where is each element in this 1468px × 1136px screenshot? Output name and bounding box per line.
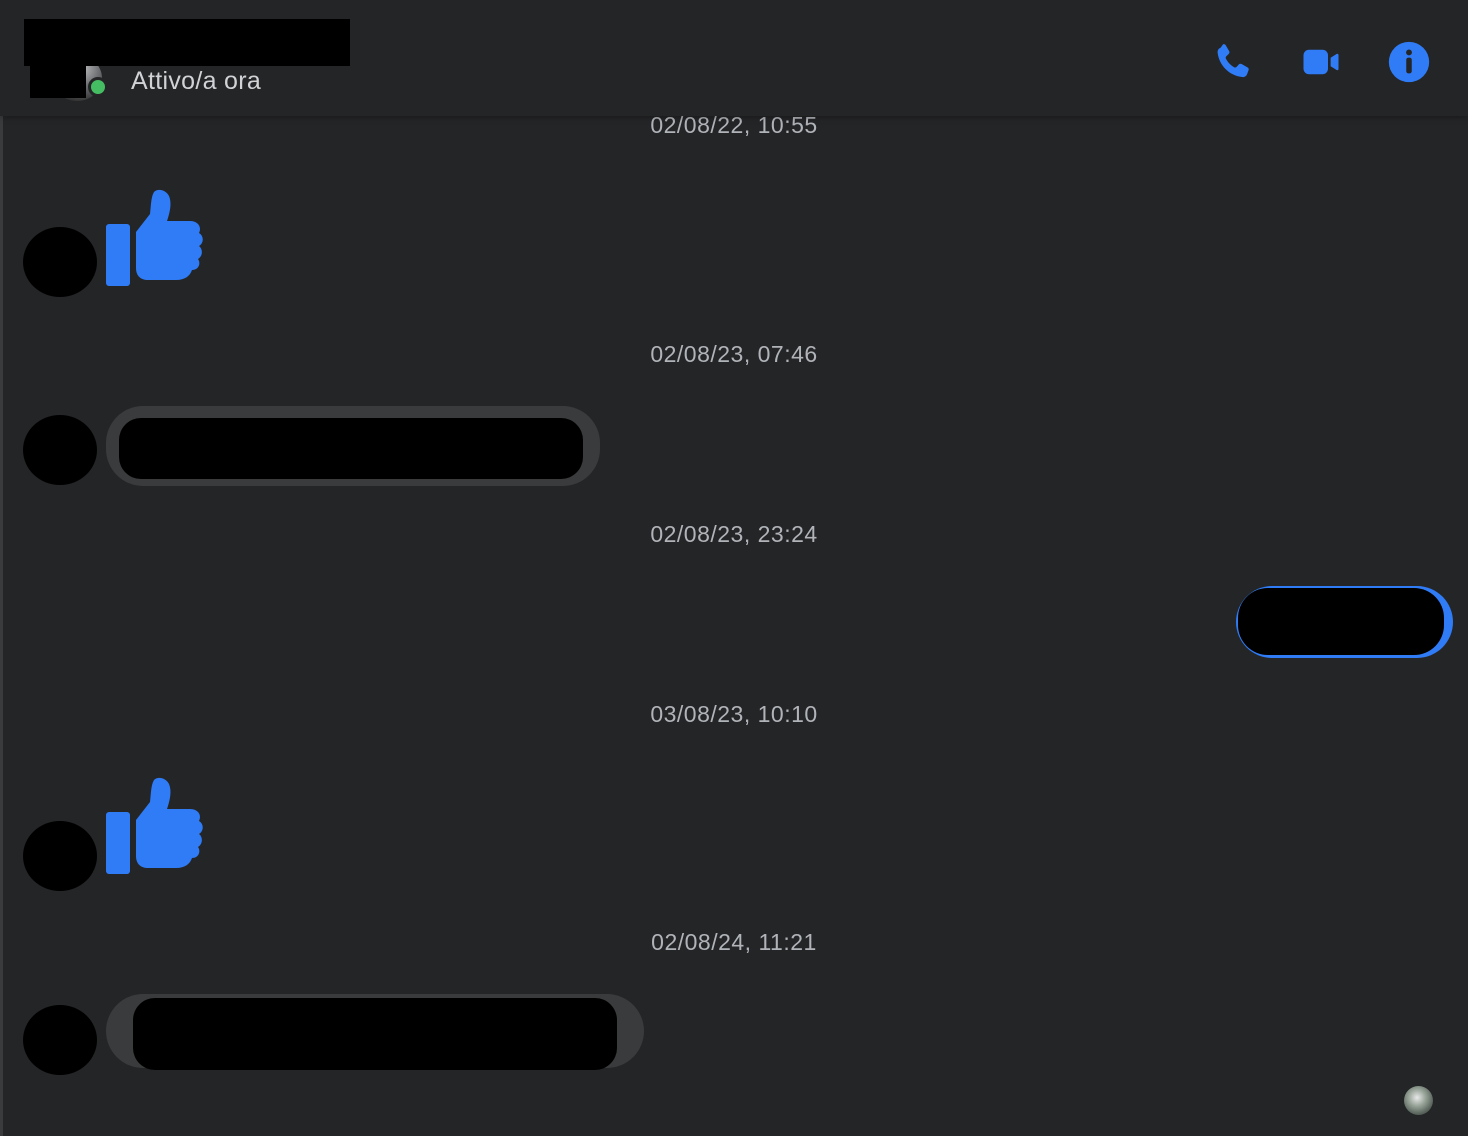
message-text-redacted	[133, 998, 617, 1070]
like-message[interactable]	[106, 776, 204, 876]
contact-name-redacted[interactable]	[24, 19, 350, 66]
sender-avatar[interactable]	[23, 821, 97, 891]
thumbs-up-icon	[106, 777, 203, 874]
online-status-dot	[88, 77, 108, 97]
sender-avatar[interactable]	[23, 1005, 97, 1075]
sender-avatar[interactable]	[23, 415, 97, 485]
conversation-info-button[interactable]	[1385, 38, 1433, 86]
outgoing-message-bubble[interactable]	[1236, 586, 1453, 658]
message-text-redacted	[1238, 588, 1444, 655]
video-call-button[interactable]	[1297, 38, 1345, 86]
sender-avatar[interactable]	[23, 227, 97, 297]
like-message[interactable]	[106, 188, 204, 288]
video-camera-icon	[1303, 49, 1339, 75]
active-status-text: Attivo/a ora	[131, 67, 262, 95]
read-receipt-avatar	[1404, 1086, 1433, 1115]
message-timestamp: 02/08/22, 10:55	[650, 112, 818, 138]
phone-icon	[1217, 44, 1249, 78]
message-timestamp: 02/08/24, 11:21	[651, 929, 817, 955]
message-timestamp: 02/08/23, 23:24	[650, 521, 818, 547]
thumbs-up-icon	[106, 189, 203, 286]
window-border	[0, 0, 3, 1136]
incoming-message-bubble[interactable]	[106, 406, 600, 486]
info-icon	[1388, 41, 1430, 83]
chat-header: Attivo/a ora	[0, 0, 1468, 116]
message-timestamp: 03/08/23, 10:10	[650, 701, 818, 727]
chat-window: Attivo/a ora 02/08/22, 10:55 02/08/23, 0…	[0, 0, 1468, 1136]
incoming-message-bubble[interactable]	[106, 994, 644, 1070]
message-text-redacted	[119, 418, 583, 479]
voice-call-button[interactable]	[1209, 38, 1257, 86]
message-timestamp: 02/08/23, 07:46	[650, 341, 818, 367]
